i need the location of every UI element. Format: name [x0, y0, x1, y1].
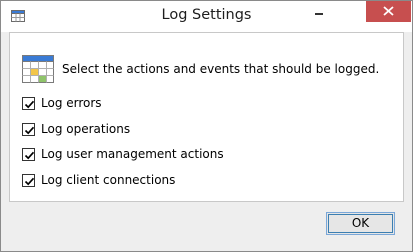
log-errors-label[interactable]: Log errors: [41, 96, 102, 110]
log-user-management-label[interactable]: Log user management actions: [41, 147, 224, 161]
log-user-management-checkbox[interactable]: [22, 148, 35, 161]
checkmark-icon: [24, 126, 35, 135]
window-title: Log Settings: [161, 7, 252, 23]
log-operations-checkbox[interactable]: [22, 123, 35, 136]
log-errors-checkbox[interactable]: [22, 97, 35, 110]
minimize-icon: [315, 13, 323, 15]
calendar-grid-icon: [22, 55, 54, 83]
ok-button[interactable]: OK: [326, 212, 395, 235]
instruction-text: Select the actions and events that shoul…: [62, 62, 380, 76]
log-operations-label[interactable]: Log operations: [41, 122, 130, 136]
log-settings-dialog: Log Settings Select the actions and even…: [0, 0, 413, 252]
content-panel: Select the actions and events that shoul…: [9, 32, 404, 202]
close-button[interactable]: [366, 1, 411, 22]
log-client-connections-label[interactable]: Log client connections: [41, 173, 175, 187]
close-icon: [383, 6, 394, 16]
minimize-button[interactable]: [304, 1, 333, 23]
checkmark-icon: [24, 151, 35, 160]
title-bar[interactable]: Log Settings: [1, 1, 412, 32]
checkmark-icon: [24, 100, 35, 109]
log-client-connections-checkbox[interactable]: [22, 174, 35, 187]
checkmark-icon: [24, 177, 35, 186]
